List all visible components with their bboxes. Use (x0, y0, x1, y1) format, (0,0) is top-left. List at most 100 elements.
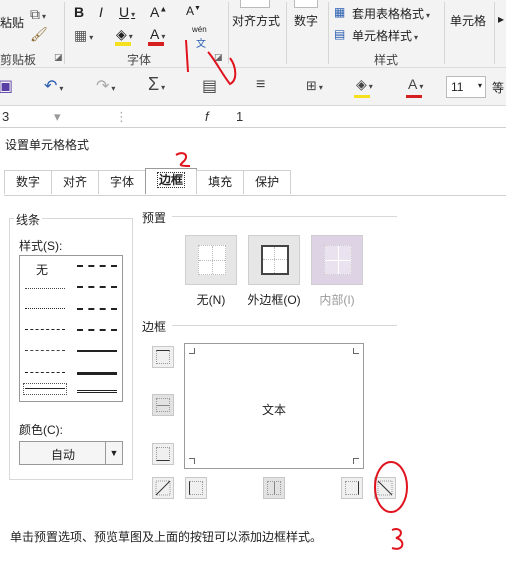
font-size-select[interactable]: 11 ▾ (446, 76, 486, 98)
border-diagonal-up-button[interactable] (152, 477, 174, 499)
tab-border-label: 边框 (157, 172, 186, 188)
divider (328, 2, 329, 64)
clipboard-launcher-icon[interactable]: ◪ (54, 52, 63, 63)
tab-divider (4, 195, 506, 196)
shrink-font-label: A (186, 4, 195, 18)
preview-corner (189, 348, 195, 354)
shrink-font-button[interactable]: A▼ (186, 4, 201, 18)
phonetic-label: wén (192, 25, 207, 34)
formula-bar: 3 ▾ ⋮ f 1 (0, 106, 506, 128)
paste-button[interactable]: 粘贴 (0, 14, 24, 31)
line-style-dotted[interactable] (25, 308, 65, 309)
underline-button[interactable]: U ▾ (119, 4, 135, 20)
line-style-medium-dash-dot[interactable] (77, 308, 117, 310)
line-style-slanted-dash-dot[interactable] (77, 286, 117, 288)
table-format-icon: ▦ (334, 5, 346, 19)
grow-font-button[interactable]: A▲ (150, 4, 167, 20)
copy-icon[interactable]: ⧉ ▾ (30, 6, 46, 23)
autosum-icon[interactable]: Σ ▾ (148, 74, 165, 95)
line-style-medium[interactable] (77, 350, 117, 352)
border-preview[interactable]: 文本 (184, 343, 364, 469)
preset-outline-button[interactable] (248, 235, 300, 285)
border-bottom-icon (156, 447, 170, 461)
font-dialog-launcher-icon[interactable]: ◪ (214, 52, 223, 63)
border-right-icon (345, 481, 359, 495)
line-section-label: 线条 (14, 211, 43, 228)
format-painter-icon[interactable]: 🖌 (30, 26, 48, 43)
border-bottom-button[interactable] (152, 443, 174, 465)
preset-inside-button[interactable] (311, 235, 363, 285)
hint-text: 单击预置选项、预览草图及上面的按钮可以添加边框样式。 (10, 530, 323, 544)
fx-button[interactable]: f (205, 109, 209, 124)
font-color-button[interactable]: A ▾ (150, 26, 165, 42)
line-style-dash-dot[interactable] (25, 350, 65, 351)
cell-button[interactable]: 单元格 (450, 12, 486, 29)
preview-corner (189, 458, 195, 464)
line-style-hair[interactable] (25, 288, 65, 289)
edit-icon[interactable]: ▸ (498, 12, 504, 26)
divider (228, 2, 229, 64)
formula-input[interactable]: 1 (236, 109, 243, 124)
tab-font[interactable]: 字体 (98, 170, 147, 194)
italic-button[interactable]: I (99, 4, 103, 20)
border-left-button[interactable] (185, 477, 207, 499)
border-top-button[interactable] (152, 346, 174, 368)
redo-icon[interactable]: ↷ ▾ (96, 76, 115, 96)
line-style-dashed[interactable] (25, 372, 65, 373)
line-style-thick[interactable] (77, 372, 117, 375)
line-color-select[interactable]: 自动 ▼ (19, 441, 123, 465)
table-format-label: 套用表格格式 (352, 7, 425, 21)
line-style-list[interactable]: 无 (19, 255, 123, 402)
save-icon[interactable]: ▣ (0, 76, 13, 96)
border-diagonal-down-button[interactable] (374, 477, 396, 499)
tab-number[interactable]: 数字 (4, 170, 53, 194)
table-format-button[interactable]: 套用表格格式 ▾ (352, 5, 430, 22)
cell-style-button[interactable]: 单元格样式 ▾ (352, 27, 418, 44)
line-style-medium-dash-dot-dot[interactable] (77, 265, 117, 267)
border-inside-horizontal-button[interactable] (152, 394, 174, 416)
border-inside-vertical-icon (267, 481, 281, 495)
divider (286, 2, 287, 64)
tab-protection[interactable]: 保护 (243, 170, 292, 194)
name-box-dropdown-icon[interactable]: ▾ (54, 109, 61, 125)
name-box[interactable]: 3 (2, 109, 9, 124)
tab-border[interactable]: 边框 (145, 168, 198, 194)
align-button[interactable]: 对齐方式 (232, 12, 280, 29)
border-right-button[interactable] (341, 477, 363, 499)
tab-fill[interactable]: 填充 (196, 170, 245, 194)
font-color-qat-button[interactable]: A ▾ (408, 76, 423, 92)
line-style-none[interactable]: 无 (36, 261, 48, 278)
quick-access-toolbar: ▣ ↶ ▾ ↷ ▾ Σ ▾ ▤ ≡ ⊞ ▾ ◈ ▾ A ▾ 11 ▾ 等 (0, 68, 506, 106)
fill-color-icon[interactable]: ◈ ▾ (116, 26, 133, 43)
underline-label: U (119, 4, 130, 20)
phonetic-button[interactable]: wén (192, 25, 207, 34)
font-color-letter: A (150, 26, 160, 42)
tab-alignment[interactable]: 对齐 (51, 170, 100, 194)
border-inside-horizontal-icon (156, 398, 170, 412)
cell-style-label: 单元格样式 (352, 29, 413, 43)
fill-color-bar (115, 42, 131, 46)
align-center-icon[interactable]: ≡ (256, 76, 265, 94)
bold-button[interactable]: B (74, 4, 84, 20)
borders-icon[interactable]: ⊞ ▾ (306, 78, 323, 94)
border-left-icon (189, 481, 203, 495)
preset-none-button[interactable] (185, 235, 237, 285)
preset-outline-label: 外边框(O) (247, 293, 301, 307)
font-color-bar (148, 42, 164, 46)
highlight-icon[interactable]: ◈ ▾ (356, 76, 373, 93)
clipboard-group-label: 剪贴板 (0, 53, 37, 67)
border-divider (172, 325, 397, 326)
line-style-dash-dot-dot[interactable] (25, 329, 65, 330)
cell-style-icon: ▤ (334, 27, 346, 41)
line-style-medium-dashed[interactable] (77, 329, 117, 331)
undo-icon[interactable]: ↶ ▾ (44, 76, 63, 96)
phonetic-char: 文 (196, 39, 206, 50)
font-color-qat-letter: A (408, 76, 418, 92)
format-cells-icon[interactable]: ▤ (202, 76, 217, 96)
line-style-selection (23, 383, 67, 395)
border-icon[interactable]: ▦ ▾ (74, 27, 93, 44)
line-style-double[interactable] (77, 390, 117, 393)
number-button[interactable]: 数字 (294, 12, 318, 29)
border-inside-vertical-button[interactable] (263, 477, 285, 499)
ribbon: 粘贴 ⧉ ▾ 🖌 剪贴板 ◪ B I U ▾ ▦ ▾ ◈ ▾ A ▾ A▲ A▼ wén … (0, 0, 506, 68)
